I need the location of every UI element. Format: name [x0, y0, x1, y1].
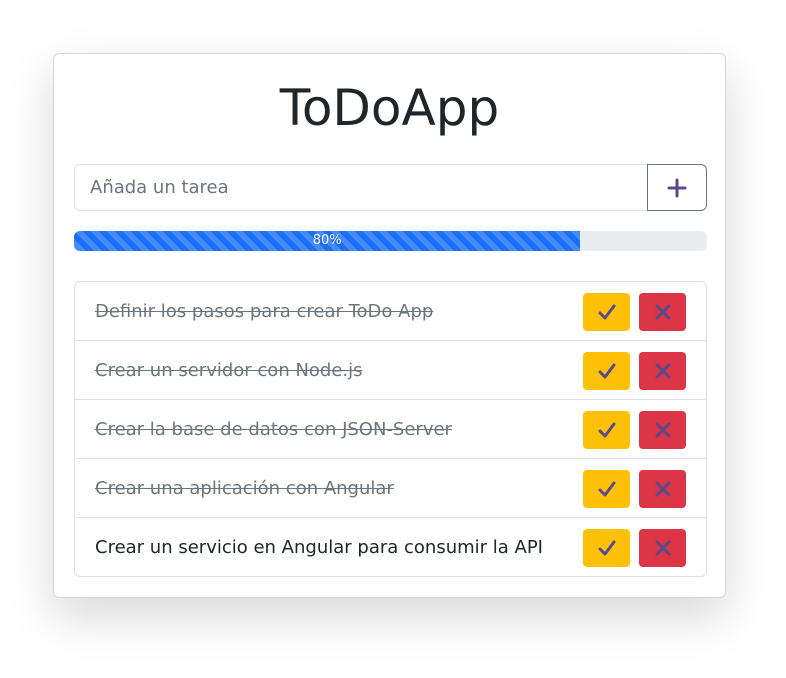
- complete-task-button[interactable]: [583, 352, 630, 390]
- add-task-button[interactable]: [647, 164, 707, 211]
- check-icon: [598, 539, 616, 557]
- check-icon: [598, 303, 616, 321]
- task-text: Crear la base de datos con JSON-Server: [95, 418, 452, 440]
- complete-task-button[interactable]: [583, 293, 630, 331]
- delete-task-button[interactable]: [639, 293, 686, 331]
- delete-task-button[interactable]: [639, 470, 686, 508]
- new-task-input-group: [74, 164, 707, 211]
- delete-task-button[interactable]: [639, 411, 686, 449]
- task-text: Definir los pasos para crear ToDo App: [95, 300, 434, 322]
- x-icon: [654, 539, 672, 557]
- todo-card: ToDoApp 80% Definir los pasos para crear…: [53, 53, 726, 598]
- app-title: ToDoApp: [279, 79, 500, 137]
- task-item: Crear un servidor con Node.js: [75, 340, 706, 399]
- progress-bar: 80%: [74, 231, 581, 251]
- task-text: Crear una aplicación con Angular: [95, 477, 394, 499]
- task-text: Crear un servicio en Angular para consum…: [95, 536, 543, 558]
- check-icon: [598, 480, 616, 498]
- task-item: Crear un servicio en Angular para consum…: [75, 517, 706, 576]
- task-item: Crear una aplicación con Angular: [75, 458, 706, 517]
- complete-task-button[interactable]: [583, 529, 630, 567]
- delete-task-button[interactable]: [639, 529, 686, 567]
- task-item: Definir los pasos para crear ToDo App: [75, 282, 706, 340]
- plus-icon: [667, 178, 687, 198]
- complete-task-button[interactable]: [583, 411, 630, 449]
- x-icon: [654, 480, 672, 498]
- task-list: Definir los pasos para crear ToDo App Cr…: [74, 281, 707, 577]
- check-icon: [598, 362, 616, 380]
- progress-track: 80%: [74, 231, 707, 251]
- delete-task-button[interactable]: [639, 352, 686, 390]
- complete-task-button[interactable]: [583, 470, 630, 508]
- x-icon: [654, 362, 672, 380]
- check-icon: [598, 421, 616, 439]
- x-icon: [654, 303, 672, 321]
- task-text: Crear un servidor con Node.js: [95, 359, 363, 381]
- task-item: Crear la base de datos con JSON-Server: [75, 399, 706, 458]
- new-task-input[interactable]: [74, 164, 648, 211]
- x-icon: [654, 421, 672, 439]
